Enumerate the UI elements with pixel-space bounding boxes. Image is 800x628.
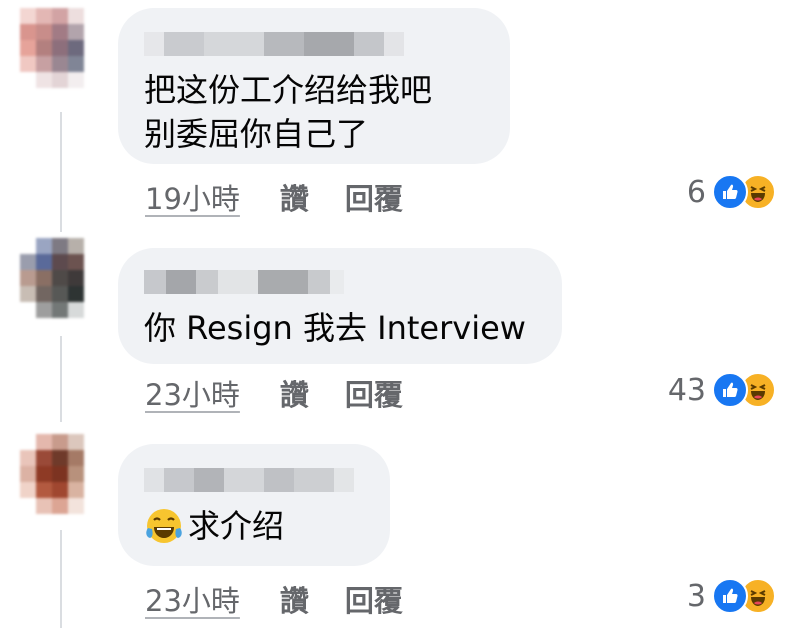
commenter-name-blurred[interactable] — [144, 270, 534, 294]
thread-line — [60, 530, 62, 628]
comment-text-content: 求介绍 — [188, 507, 285, 545]
reaction-count: 43 — [667, 372, 706, 408]
reply-button[interactable]: 回覆 — [345, 578, 403, 620]
reaction-summary[interactable]: 6 — [687, 174, 776, 210]
thumbs-up-icon — [712, 174, 748, 210]
timestamp-link[interactable]: 23小時 — [145, 578, 240, 620]
timestamp-link[interactable]: 23小時 — [145, 372, 240, 414]
avatar[interactable] — [20, 238, 100, 334]
comment-bubble: 求介绍 — [118, 444, 390, 566]
commenter-name-blurred[interactable] — [144, 32, 482, 56]
comment-actions: 23小時 讚 回覆 — [145, 578, 403, 620]
like-button[interactable]: 讚 — [280, 372, 309, 414]
comment-actions: 23小時 讚 回覆 — [145, 372, 403, 414]
comment-bubble: 把这份工介绍给我吧 别委屈你自己了 — [118, 8, 510, 164]
comment-bubble: 你 Resign 我去 Interview — [118, 248, 562, 364]
thread-line — [60, 336, 62, 422]
avatar[interactable] — [20, 8, 100, 104]
comment-text: 求介绍 — [144, 504, 362, 548]
avatar[interactable] — [20, 434, 100, 530]
reply-button[interactable]: 回覆 — [345, 372, 403, 414]
comment-actions: 19小時 讚 回覆 — [145, 176, 403, 218]
reaction-summary[interactable]: 43 — [668, 372, 776, 408]
reaction-count: 6 — [686, 174, 706, 210]
reaction-summary[interactable]: 3 — [687, 578, 776, 614]
reply-button[interactable]: 回覆 — [345, 176, 403, 218]
comment-text: 把这份工介绍给我吧 别委屈你自己了 — [144, 71, 433, 153]
reaction-count: 3 — [686, 578, 706, 614]
like-button[interactable]: 讚 — [280, 176, 309, 218]
tears-of-joy-emoji-icon — [144, 506, 184, 546]
thread-line — [60, 112, 62, 232]
timestamp-link[interactable]: 19小時 — [145, 176, 240, 218]
thumbs-up-icon — [712, 372, 748, 408]
commenter-name-blurred[interactable] — [144, 468, 362, 492]
comment-text: 你 Resign 我去 Interview — [144, 309, 526, 347]
like-button[interactable]: 讚 — [280, 578, 309, 620]
thumbs-up-icon — [712, 578, 748, 614]
